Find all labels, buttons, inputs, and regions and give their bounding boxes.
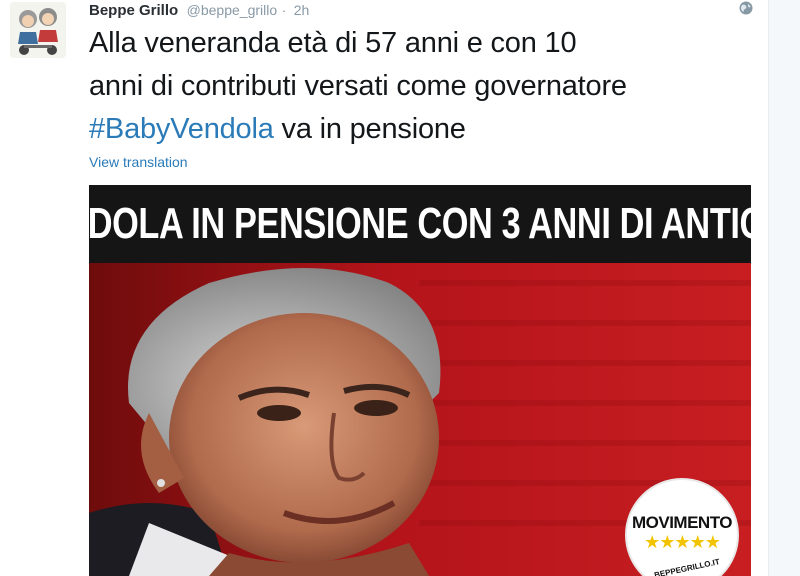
- headline-banner: VENDOLA IN PENSIONE CON 3 ANNI DI ANTICI…: [89, 185, 751, 263]
- view-translation-link[interactable]: View translation: [89, 154, 188, 170]
- tweet-page: Beppe Grillo @beppe_grillo · 2h Alla ven…: [0, 0, 800, 576]
- tweet-timestamp[interactable]: 2h: [294, 2, 310, 18]
- logo-text: MOVIMENTO: [631, 513, 733, 532]
- tweet-text-line: Alla veneranda età di 57 anni e con 10: [89, 27, 577, 59]
- avatar[interactable]: [10, 2, 66, 58]
- tweet-text-line: #BabyVendola va in pensione: [89, 108, 759, 151]
- author-name[interactable]: Beppe Grillo: [89, 2, 178, 19]
- hashtag-link[interactable]: #BabyVendola: [89, 113, 274, 145]
- tweet-text: Alla veneranda età di 57 anni e con 10 a…: [89, 22, 759, 151]
- tweet-text-rest: va in pensione: [273, 113, 466, 145]
- tweet-text-line: anni di contributi versati come governat…: [89, 70, 627, 102]
- cartoon-avatar-icon: [10, 2, 66, 58]
- right-gutter: [768, 0, 800, 576]
- logo-site-text: BEPPEGRILLO.IT: [653, 557, 721, 576]
- tweet-media-image[interactable]: VENDOLA IN PENSIONE CON 3 ANNI DI ANTICI…: [89, 185, 751, 576]
- globe-icon: [738, 0, 754, 16]
- author-handle[interactable]: @beppe_grillo: [187, 2, 278, 18]
- headline-text: VENDOLA IN PENSIONE CON 3 ANNI DI ANTICI…: [89, 199, 751, 248]
- five-stars-icon: ★★★★★: [644, 532, 721, 552]
- tweet-header: Beppe Grillo @beppe_grillo · 2h: [89, 0, 309, 20]
- separator-dot: ·: [281, 2, 287, 18]
